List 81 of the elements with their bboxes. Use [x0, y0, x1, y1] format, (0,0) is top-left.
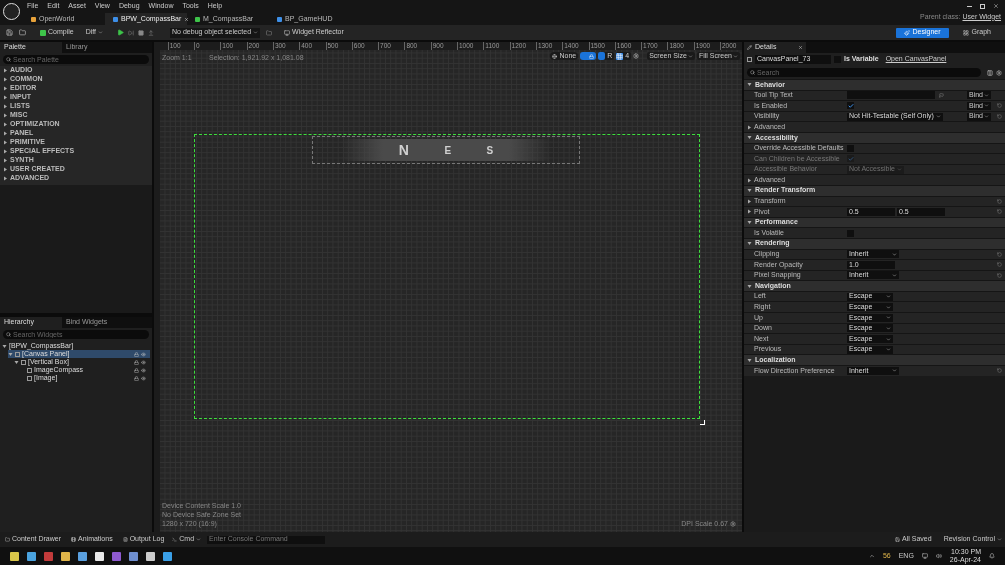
check-icon [847, 103, 854, 109]
folder-icon[interactable] [19, 29, 26, 36]
lock-toggle[interactable] [580, 52, 597, 60]
columns-icon[interactable] [987, 69, 993, 76]
eye-icon[interactable] [141, 375, 146, 381]
lock-icon [589, 53, 595, 59]
taskbar-app-icon[interactable] [78, 551, 87, 561]
settings-icon[interactable] [730, 520, 736, 527]
eye-icon[interactable] [141, 359, 146, 365]
taskbar-app-icon[interactable] [129, 551, 138, 561]
caret-icon [896, 167, 902, 173]
monitor-icon [284, 29, 291, 36]
caret-icon [892, 273, 897, 278]
minimize-icon[interactable] [967, 5, 972, 7]
compass-letter: N [398, 140, 409, 160]
compass-letter: E [444, 143, 452, 158]
widget-icon [747, 57, 752, 62]
lock-icon[interactable] [134, 351, 139, 357]
taskbar-app-icon[interactable] [27, 551, 36, 561]
caret-icon [892, 368, 897, 374]
pencil-icon [747, 45, 752, 50]
caret-icon [892, 251, 897, 257]
expanded-triangle-icon[interactable] [747, 220, 752, 225]
compass-letter: S [486, 143, 494, 158]
expanded-triangle-icon[interactable] [747, 188, 752, 194]
caret-icon [196, 537, 202, 542]
lock-icon[interactable] [134, 359, 139, 365]
resize-handle-icon[interactable] [700, 420, 705, 425]
taskbar-app-icon[interactable] [10, 551, 19, 561]
collapsed-triangle-icon[interactable] [747, 124, 752, 130]
panel-icon [71, 537, 77, 542]
expanded-triangle-icon[interactable] [747, 283, 752, 289]
checkbox[interactable] [847, 144, 854, 152]
search-icon [750, 70, 755, 75]
stop-icon[interactable] [138, 29, 145, 36]
caret-icon [98, 30, 104, 35]
close-icon[interactable] [798, 45, 803, 50]
caret-icon [733, 53, 738, 59]
close-icon[interactable] [993, 3, 999, 9]
eye-icon[interactable] [141, 367, 146, 373]
expanded-triangle-icon[interactable] [747, 357, 752, 363]
taskbar-app-icon[interactable] [146, 551, 155, 561]
notification-icon[interactable] [989, 553, 995, 559]
settings-icon[interactable] [633, 53, 640, 59]
brush-icon [903, 29, 910, 36]
taskbar-app-icon[interactable] [61, 551, 70, 561]
caret-icon [935, 114, 941, 120]
settings-icon[interactable] [996, 69, 1002, 76]
globe-icon [552, 53, 558, 59]
search-icon [6, 332, 11, 337]
panel-icon [5, 537, 10, 542]
save-icon[interactable] [6, 29, 13, 36]
save-icon [895, 537, 901, 542]
panel-icon [122, 537, 128, 542]
text-input-field[interactable] [847, 91, 935, 100]
caret-icon [253, 30, 259, 35]
lock-icon[interactable] [134, 375, 139, 381]
engine-logo-icon[interactable] [3, 3, 20, 20]
caret-icon [997, 537, 1002, 542]
monitor-icon[interactable] [921, 553, 928, 559]
expanded-triangle-icon[interactable] [747, 135, 752, 141]
search-icon [6, 57, 11, 62]
collapsed-triangle-icon[interactable] [747, 177, 752, 183]
respect-locks-toggle[interactable] [598, 52, 606, 60]
volume-icon[interactable] [935, 553, 942, 559]
maximize-icon[interactable] [980, 3, 985, 9]
expanded-triangle-icon[interactable] [747, 241, 752, 247]
taskbar-app-icon[interactable] [163, 551, 172, 561]
grid-icon[interactable] [616, 52, 624, 60]
tray-overflow-icon[interactable] [868, 553, 875, 559]
checkbox[interactable] [847, 102, 854, 110]
taskbar-app-icon[interactable] [95, 551, 104, 561]
check-icon [847, 155, 854, 162]
compile-status-icon [40, 29, 46, 36]
terminal-icon [172, 537, 178, 542]
graph-icon [962, 29, 969, 36]
eye-icon[interactable] [141, 351, 146, 357]
lock-icon[interactable] [134, 367, 139, 373]
play-icon[interactable] [117, 29, 125, 36]
expanded-triangle-icon[interactable] [747, 82, 752, 88]
caret-icon [687, 53, 693, 59]
